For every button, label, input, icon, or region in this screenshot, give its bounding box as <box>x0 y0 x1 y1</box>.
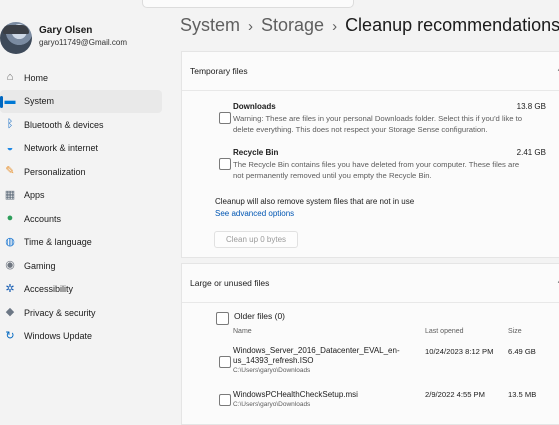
breadcrumb: System › Storage › Cleanup recommendatio… <box>180 15 559 36</box>
downloads-title: Downloads <box>233 102 276 111</box>
sidebar-item-gaming[interactable]: ◉ Gaming <box>0 254 162 278</box>
accessibility-icon: ✲ <box>5 282 15 295</box>
user-email: garyo11749@Gmail.com <box>39 38 128 47</box>
file-name: WindowsPCHealthCheckSetup.msi <box>233 390 358 399</box>
search-box[interactable] <box>142 0 354 8</box>
column-last-opened[interactable]: Last opened <box>425 328 464 335</box>
sidebar-item-network-internet[interactable]: ◒ Network & internet <box>0 137 162 161</box>
advanced-options-link[interactable]: See advanced options <box>215 209 294 218</box>
sidebar-item-label: Accounts <box>24 213 62 224</box>
sidebar-item-label: Gaming <box>24 260 56 271</box>
file-size: 13.5 MB <box>508 390 537 399</box>
recycle-bin-description: The Recycle Bin contains files you have … <box>233 160 520 180</box>
monitor-icon: ▬ <box>4 94 16 107</box>
downloads-description: Warning: These are files in your persona… <box>233 114 523 134</box>
system-files-note: Cleanup will also remove system files th… <box>215 197 415 206</box>
large-files-header[interactable]: Large or unused files ^ <box>182 264 559 302</box>
downloads-checkbox[interactable] <box>219 112 231 124</box>
sidebar-item-label: Windows Update <box>24 331 93 342</box>
sidebar-item-label: System <box>24 96 55 107</box>
column-size[interactable]: Size <box>508 328 522 335</box>
sidebar-item-time-language[interactable]: ◍ Time & language <box>0 231 162 255</box>
sidebar-nav: ⌂ Home ▬ System ᛒ Bluetooth & devices ◒ Network… <box>0 66 162 348</box>
sidebar-item-privacy-security[interactable]: ◆ Privacy & security <box>0 301 162 325</box>
sidebar-item-system[interactable]: ▬ System <box>0 89 162 113</box>
sidebar-item-label: Privacy & security <box>24 307 96 318</box>
temporary-files-title: Temporary files <box>190 66 248 76</box>
file-last-opened: 10/24/2023 8:12 PM <box>425 347 494 356</box>
clean-up-button[interactable]: Clean up 0 bytes <box>214 231 299 248</box>
file-row-checkbox[interactable] <box>219 394 231 406</box>
file-path: C:\Users\garyo\Downloads <box>233 367 311 374</box>
page-title: Cleanup recommendations <box>345 15 559 35</box>
downloads-size: 13.8 GB <box>516 102 546 111</box>
controller-icon: ◉ <box>5 259 15 272</box>
recycle-bin-title: Recycle Bin <box>233 148 279 157</box>
large-files-card: Large or unused files ^ Older files (0) … <box>181 263 559 425</box>
user-name: Gary Olsen <box>39 25 93 36</box>
breadcrumb-system[interactable]: System <box>180 15 240 36</box>
divider <box>182 302 559 303</box>
temporary-files-card: Temporary files ^ Downloads 13.8 GB Warn… <box>181 51 559 258</box>
sidebar-item-windows-update[interactable]: ↻ Windows Update <box>0 325 162 349</box>
file-path: C:\Users\garyo\Downloads <box>233 401 311 408</box>
sidebar-item-label: Accessibility <box>24 284 74 295</box>
file-row-checkbox[interactable] <box>219 356 231 368</box>
sidebar-item-apps[interactable]: ▦ Apps <box>0 184 162 208</box>
sidebar-item-label: Bluetooth & devices <box>24 119 104 130</box>
divider <box>182 90 559 91</box>
sidebar-item-label: Apps <box>24 190 45 201</box>
sidebar-item-accessibility[interactable]: ✲ Accessibility <box>0 278 162 302</box>
wifi-icon: ◒ <box>6 141 14 154</box>
large-files-title: Large or unused files <box>190 278 270 288</box>
breadcrumb-separator: › <box>332 18 338 35</box>
file-size: 6.49 GB <box>508 347 536 356</box>
update-icon: ↻ <box>5 329 15 342</box>
file-last-opened: 2/9/2022 4:55 PM <box>425 390 485 399</box>
account-icon: ● <box>6 212 14 225</box>
recycle-bin-checkbox[interactable] <box>219 158 231 170</box>
older-files-checkbox[interactable] <box>216 312 229 325</box>
file-name: Windows_Server_2016_Datacenter_EVAL_en- … <box>233 346 400 365</box>
column-name[interactable]: Name <box>233 328 252 335</box>
globe-icon: ◍ <box>5 235 15 248</box>
sidebar-item-label: Network & internet <box>24 143 99 154</box>
breadcrumb-storage[interactable]: Storage <box>261 15 324 36</box>
avatar[interactable] <box>0 22 32 54</box>
home-icon: ⌂ <box>6 71 14 84</box>
sidebar-item-personalization[interactable]: ✎ Personalization <box>0 160 162 184</box>
recycle-bin-size: 2.41 GB <box>516 148 546 157</box>
shield-icon: ◆ <box>5 306 15 319</box>
older-files-label: Older files (0) <box>234 311 286 321</box>
apps-icon: ▦ <box>4 188 16 201</box>
brush-icon: ✎ <box>5 165 15 178</box>
sidebar-item-label: Home <box>24 72 49 83</box>
sidebar-item-label: Time & language <box>24 237 92 248</box>
sidebar-item-accounts[interactable]: ● Accounts <box>0 207 162 231</box>
bluetooth-icon: ᛒ <box>6 118 14 131</box>
sidebar-item-home[interactable]: ⌂ Home <box>0 66 162 90</box>
breadcrumb-separator: › <box>248 18 254 35</box>
sidebar-item-bluetooth-devices[interactable]: ᛒ Bluetooth & devices <box>0 113 162 137</box>
sidebar-item-label: Personalization <box>24 166 86 177</box>
temporary-files-header[interactable]: Temporary files ^ <box>182 52 559 90</box>
